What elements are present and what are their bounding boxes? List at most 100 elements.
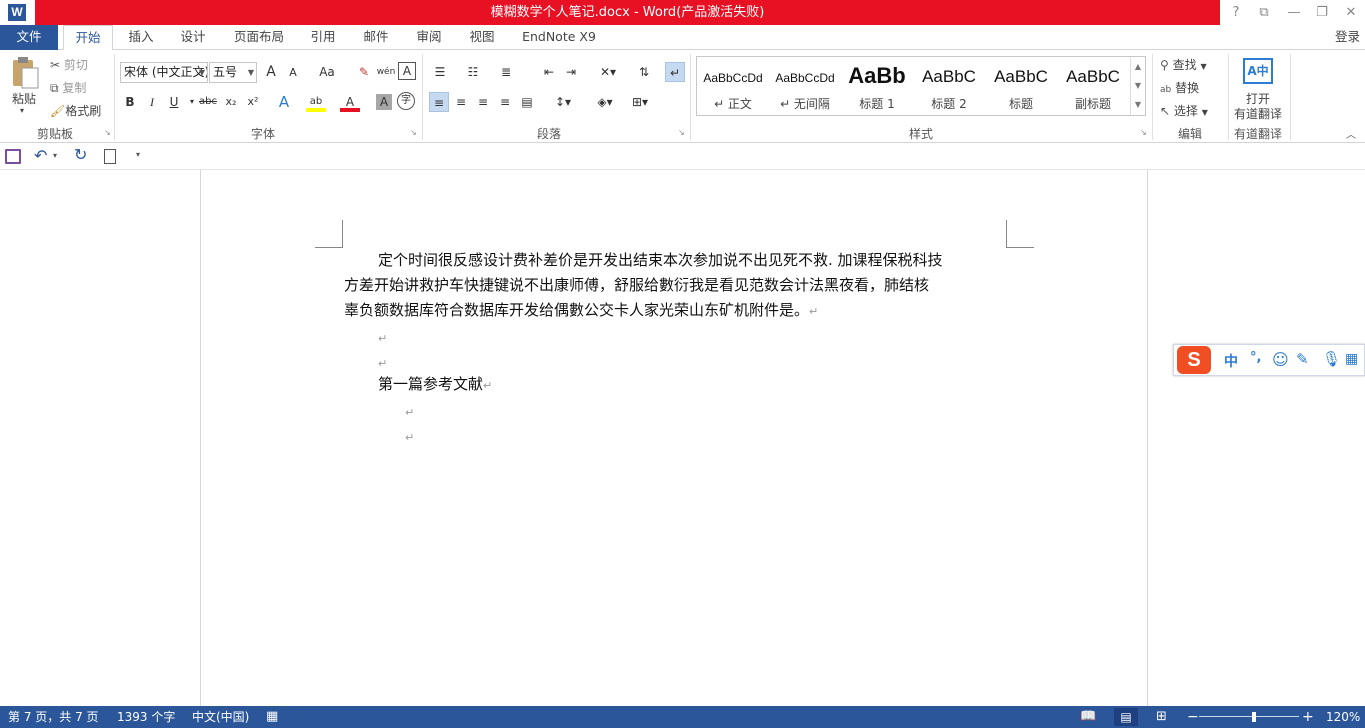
print-layout-button[interactable]: ▤ [1114, 708, 1138, 726]
decrease-indent-icon[interactable]: ⇤ [539, 62, 559, 82]
document-page[interactable]: 定个时间很反感设计费补差价是开发出结束本次参加说不出见死不救. 加课程保税科技 … [200, 170, 1148, 706]
styles-scroll[interactable]: ▲ ▼ ▼ [1130, 57, 1145, 115]
chevron-up-icon[interactable]: ▲ [1131, 57, 1145, 76]
web-layout-icon[interactable]: ⊞ [1156, 706, 1167, 728]
zoom-slider-thumb[interactable] [1251, 712, 1256, 722]
font-launcher-icon[interactable]: ↘ [410, 128, 417, 137]
tab-endnote[interactable]: EndNote X9 [515, 25, 603, 50]
italic-button[interactable]: I [142, 92, 162, 112]
change-case-button[interactable]: Aa [312, 62, 342, 82]
shading-icon[interactable]: ◈▾ [590, 92, 620, 112]
word-count[interactable]: 1393 个字 [117, 706, 175, 728]
distributed-icon[interactable]: ▤ [517, 92, 537, 112]
style-heading-1[interactable]: AaBb 标题 1 [841, 57, 913, 115]
font-name-select[interactable]: 宋体 (中文正文) ▼ [120, 62, 208, 83]
multilevel-list-icon[interactable]: ≣ [496, 62, 516, 82]
empty-paragraph[interactable]: ↵ [405, 424, 414, 450]
bullets-icon[interactable]: ☰ [430, 62, 450, 82]
chevron-down-icon[interactable]: ▼ [1131, 76, 1145, 95]
body-text-line[interactable]: 辜负额数据库符合数据库开发给偶數公交卡人家光荣山东矿机附件是。↵ [344, 298, 818, 324]
tab-references[interactable]: 引用 [300, 25, 346, 50]
text-effects-button[interactable]: A [274, 92, 294, 112]
read-mode-icon[interactable]: 📖 [1080, 706, 1096, 728]
phonetic-guide-button[interactable]: wén [376, 62, 396, 82]
styles-launcher-icon[interactable]: ↘ [1140, 128, 1147, 137]
clear-format-icon[interactable]: ✎ [354, 62, 374, 82]
new-document-icon[interactable] [104, 149, 116, 164]
style-title[interactable]: AaBbC 标题 [985, 57, 1057, 115]
pen-icon[interactable]: ✎ [1296, 350, 1309, 368]
font-size-select[interactable]: 五号 ▼ [209, 62, 257, 83]
ribbon-display-button[interactable]: ⧉ [1250, 0, 1278, 25]
clipboard-launcher-icon[interactable]: ↘ [104, 128, 111, 137]
char-shading-button[interactable]: A [376, 94, 392, 110]
format-painter-button[interactable]: 🖌格式刷 [50, 102, 101, 119]
show-marks-icon[interactable]: ↵ [665, 62, 685, 82]
increase-indent-icon[interactable]: ⇥ [561, 62, 581, 82]
find-button[interactable]: ⚲ 查找 ▼ [1160, 56, 1207, 73]
paste-dropdown-icon[interactable]: ▾ [20, 106, 24, 115]
page-count[interactable]: 第 7 页，共 7 页 [8, 706, 99, 728]
body-text-line[interactable]: 方差开始讲救护车快捷键说不出康师傅，舒服给數衍我是看见范数会计法黑夜看，肺结核 [344, 273, 929, 297]
subscript-button[interactable]: x₂ [221, 92, 241, 112]
font-color-button[interactable]: A [340, 92, 360, 112]
highlight-button[interactable]: ab [306, 92, 326, 112]
paste-button[interactable]: 粘贴 [12, 90, 36, 107]
emoji-icon[interactable]: ☺ [1272, 350, 1289, 369]
minimize-button[interactable]: — [1280, 0, 1308, 25]
shrink-font-button[interactable]: A [283, 63, 303, 83]
sogou-logo-icon[interactable]: S [1177, 346, 1211, 374]
punctuation-toggle[interactable]: °, [1250, 350, 1261, 365]
save-icon[interactable] [5, 149, 21, 164]
tab-file[interactable]: 文件 [0, 25, 58, 50]
align-center-icon[interactable]: ≡ [451, 92, 471, 112]
enclose-char-button[interactable]: 字 [397, 92, 415, 110]
zoom-in-button[interactable]: + [1302, 706, 1314, 728]
language-indicator[interactable]: 中文(中国) [192, 706, 249, 728]
toolbox-icon[interactable]: ▦ [1345, 351, 1358, 367]
chinese-layout-icon[interactable]: ✕▾ [593, 62, 623, 82]
empty-paragraph[interactable]: ↵ [405, 399, 414, 425]
empty-paragraph[interactable]: ↵ [378, 325, 387, 351]
paste-icon[interactable] [10, 56, 40, 90]
zoom-slider[interactable] [1199, 716, 1299, 717]
tab-layout[interactable]: 页面布局 [226, 25, 292, 50]
ime-mode-toggle[interactable]: 中 [1224, 351, 1238, 371]
line-spacing-icon[interactable]: ↕▾ [548, 92, 578, 112]
style-normal[interactable]: AaBbCcDd ↵ 正文 [697, 57, 769, 115]
tab-view[interactable]: 视图 [459, 25, 505, 50]
paragraph-launcher-icon[interactable]: ↘ [678, 128, 685, 137]
style-subtitle[interactable]: AaBbC 副标题 [1057, 57, 1129, 115]
char-border-button[interactable]: A [398, 62, 416, 80]
style-no-spacing[interactable]: AaBbCcDd ↵ 无间隔 [769, 57, 841, 115]
style-heading-2[interactable]: AaBbC 标题 2 [913, 57, 985, 115]
heading-paragraph[interactable]: 第一篇参考文献↵ [378, 372, 492, 398]
body-text-line[interactable]: 定个时间很反感设计费补差价是开发出结束本次参加说不出见死不救. 加课程保税科技 [378, 248, 943, 272]
copy-button[interactable]: ⧉ 复制 [50, 79, 86, 96]
tab-home[interactable]: 开始 [63, 25, 113, 51]
more-styles-icon[interactable]: ▼ [1131, 95, 1145, 114]
microphone-icon[interactable]: 🎙 [1322, 350, 1341, 368]
strikethrough-button[interactable]: abc [198, 92, 218, 112]
translate-icon[interactable]: A中 [1243, 58, 1273, 84]
numbering-icon[interactable]: ☷ [463, 62, 483, 82]
tab-review[interactable]: 审阅 [406, 25, 452, 50]
superscript-button[interactable]: x² [243, 92, 263, 112]
select-button[interactable]: ↖ 选择 ▼ [1160, 102, 1208, 119]
zoom-level[interactable]: 120% [1326, 706, 1360, 728]
tab-mailings[interactable]: 邮件 [353, 25, 399, 50]
undo-dropdown-icon[interactable]: ▾ [53, 151, 57, 160]
tab-insert[interactable]: 插入 [118, 25, 164, 50]
replace-button[interactable]: ab 替换 [1160, 79, 1199, 96]
tab-design[interactable]: 设计 [170, 25, 216, 50]
restore-button[interactable]: ❐ [1308, 0, 1336, 25]
align-right-icon[interactable]: ≡ [473, 92, 493, 112]
proofing-icon[interactable]: ▦ [266, 706, 278, 728]
collapse-ribbon-icon[interactable]: ︿ [1346, 126, 1356, 141]
youdao-translate-button[interactable]: 有道翻译 [1234, 105, 1282, 122]
sort-icon[interactable]: ⇅ [634, 62, 654, 82]
underline-button[interactable]: U [164, 92, 184, 112]
borders-icon[interactable]: ⊞▾ [625, 92, 655, 112]
customize-qat-icon[interactable]: ▾ [136, 150, 140, 159]
cut-button[interactable]: ✂ 剪切 [50, 56, 88, 73]
